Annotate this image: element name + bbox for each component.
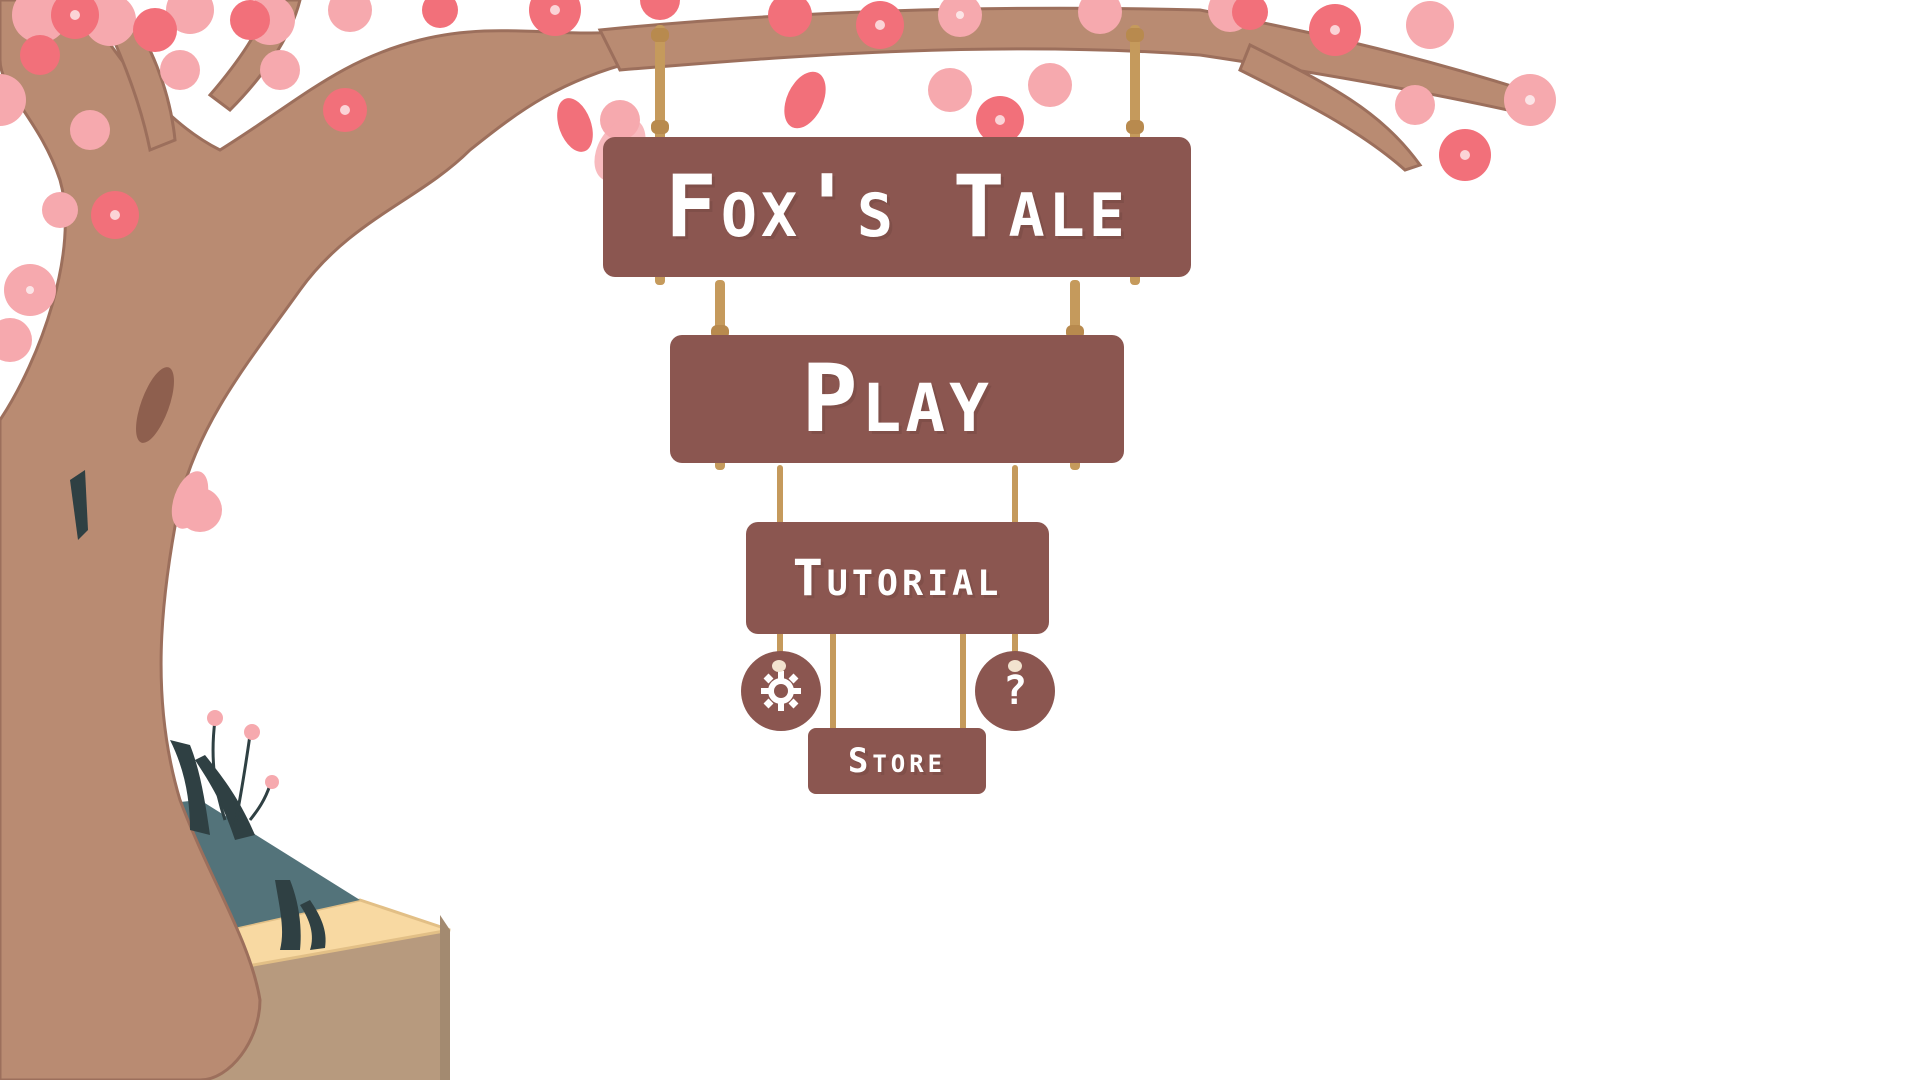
rope-knot — [1008, 660, 1022, 672]
rope-knot — [651, 28, 669, 42]
game-title-sign: Fox's Tale — [603, 137, 1191, 277]
store-button-label: Store — [847, 741, 947, 781]
tutorial-button[interactable]: Tutorial — [746, 522, 1049, 634]
rope-knot — [772, 660, 786, 672]
rope-knot — [651, 120, 669, 134]
store-button[interactable]: Store — [808, 728, 986, 794]
rope-knot — [1126, 28, 1144, 42]
gear-icon — [761, 671, 801, 711]
game-title: Fox's Tale — [665, 157, 1129, 257]
tutorial-button-label: Tutorial — [792, 549, 1003, 607]
rope-knot — [1126, 120, 1144, 134]
main-menu-scene: Fox's Tale Play Tutorial ? Store — [0, 0, 1920, 1080]
play-button-label: Play — [801, 344, 993, 454]
question-mark-icon: ? — [1002, 668, 1028, 714]
play-button[interactable]: Play — [670, 335, 1124, 463]
